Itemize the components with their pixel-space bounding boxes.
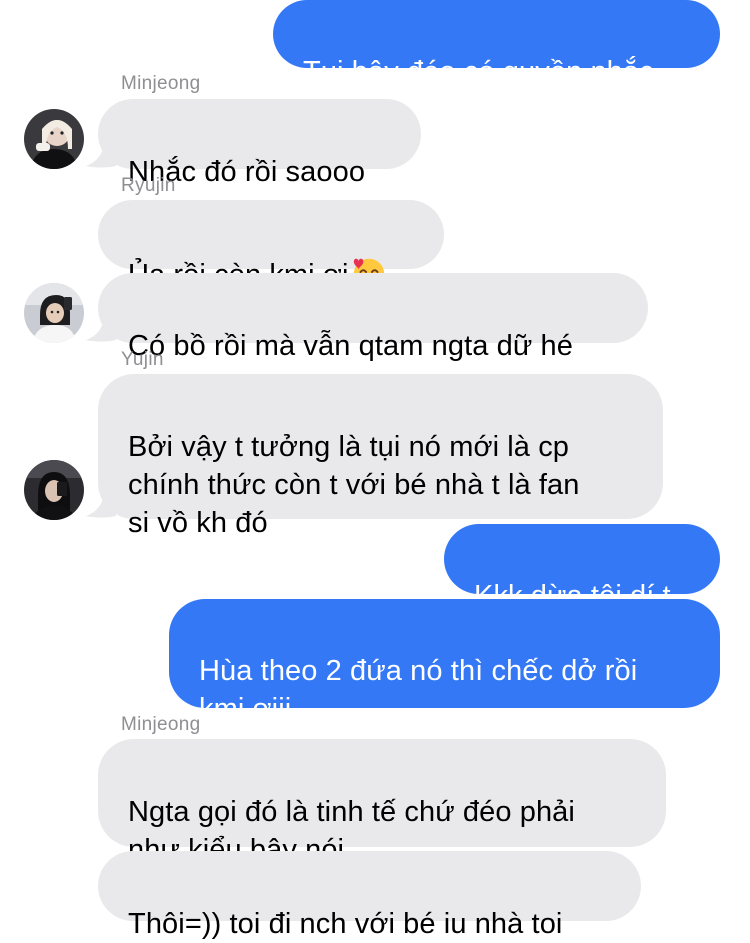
message-text: Có bồ rồi mà vẫn qtam ngta dữ hé [128,330,573,362]
sender-name: Yujin [121,349,164,370]
sender-name: Minjeong [121,714,201,735]
sender-name: Ryujin [121,175,176,196]
message-text: Tụi bây đéo có quyền nhắc [303,56,654,88]
message-text: Thôi=)) toi đi nch với bé iu nhà toi [128,908,563,940]
avatar-minjeong[interactable] [24,109,84,169]
incoming-message-bubble[interactable]: Nhắc đó rồi saooo [98,99,421,188]
incoming-message-bubble[interactable]: Có bồ rồi mà vẫn qtam ngta dữ hé [98,273,648,362]
incoming-message-bubble[interactable]: Bởi vậy t tưởng là tụi nó mới là cp chín… [98,374,663,539]
message-thread: Tụi bây đéo có quyền nhắc Minjeong Nhắc … [0,0,750,940]
sender-name: Minjeong [121,73,201,94]
outgoing-message-bubble[interactable]: Tụi bây đéo có quyền nhắc [273,0,720,88]
message-text: Hùa theo 2 đứa nó thì chếc dở rồi kmj ơi… [199,655,638,725]
outgoing-message-bubble[interactable]: Kkk dừa tội dí t [444,524,720,612]
message-text: Bởi vậy t tưởng là tụi nó mới là cp chín… [128,431,580,539]
incoming-message-bubble[interactable]: Ngta gọi đó là tinh tế chứ đéo phải như … [98,739,666,866]
avatar-yujin[interactable] [24,460,84,520]
outgoing-message-bubble[interactable]: Hùa theo 2 đứa nó thì chếc dở rồi kmj ơi… [169,599,720,725]
avatar-ryujin[interactable] [24,283,84,343]
incoming-message-bubble[interactable]: Ủa rồi còn kmj ơi [98,200,444,291]
incoming-message-bubble[interactable]: Thôi=)) toi đi nch với bé iu nhà toi [98,851,641,940]
